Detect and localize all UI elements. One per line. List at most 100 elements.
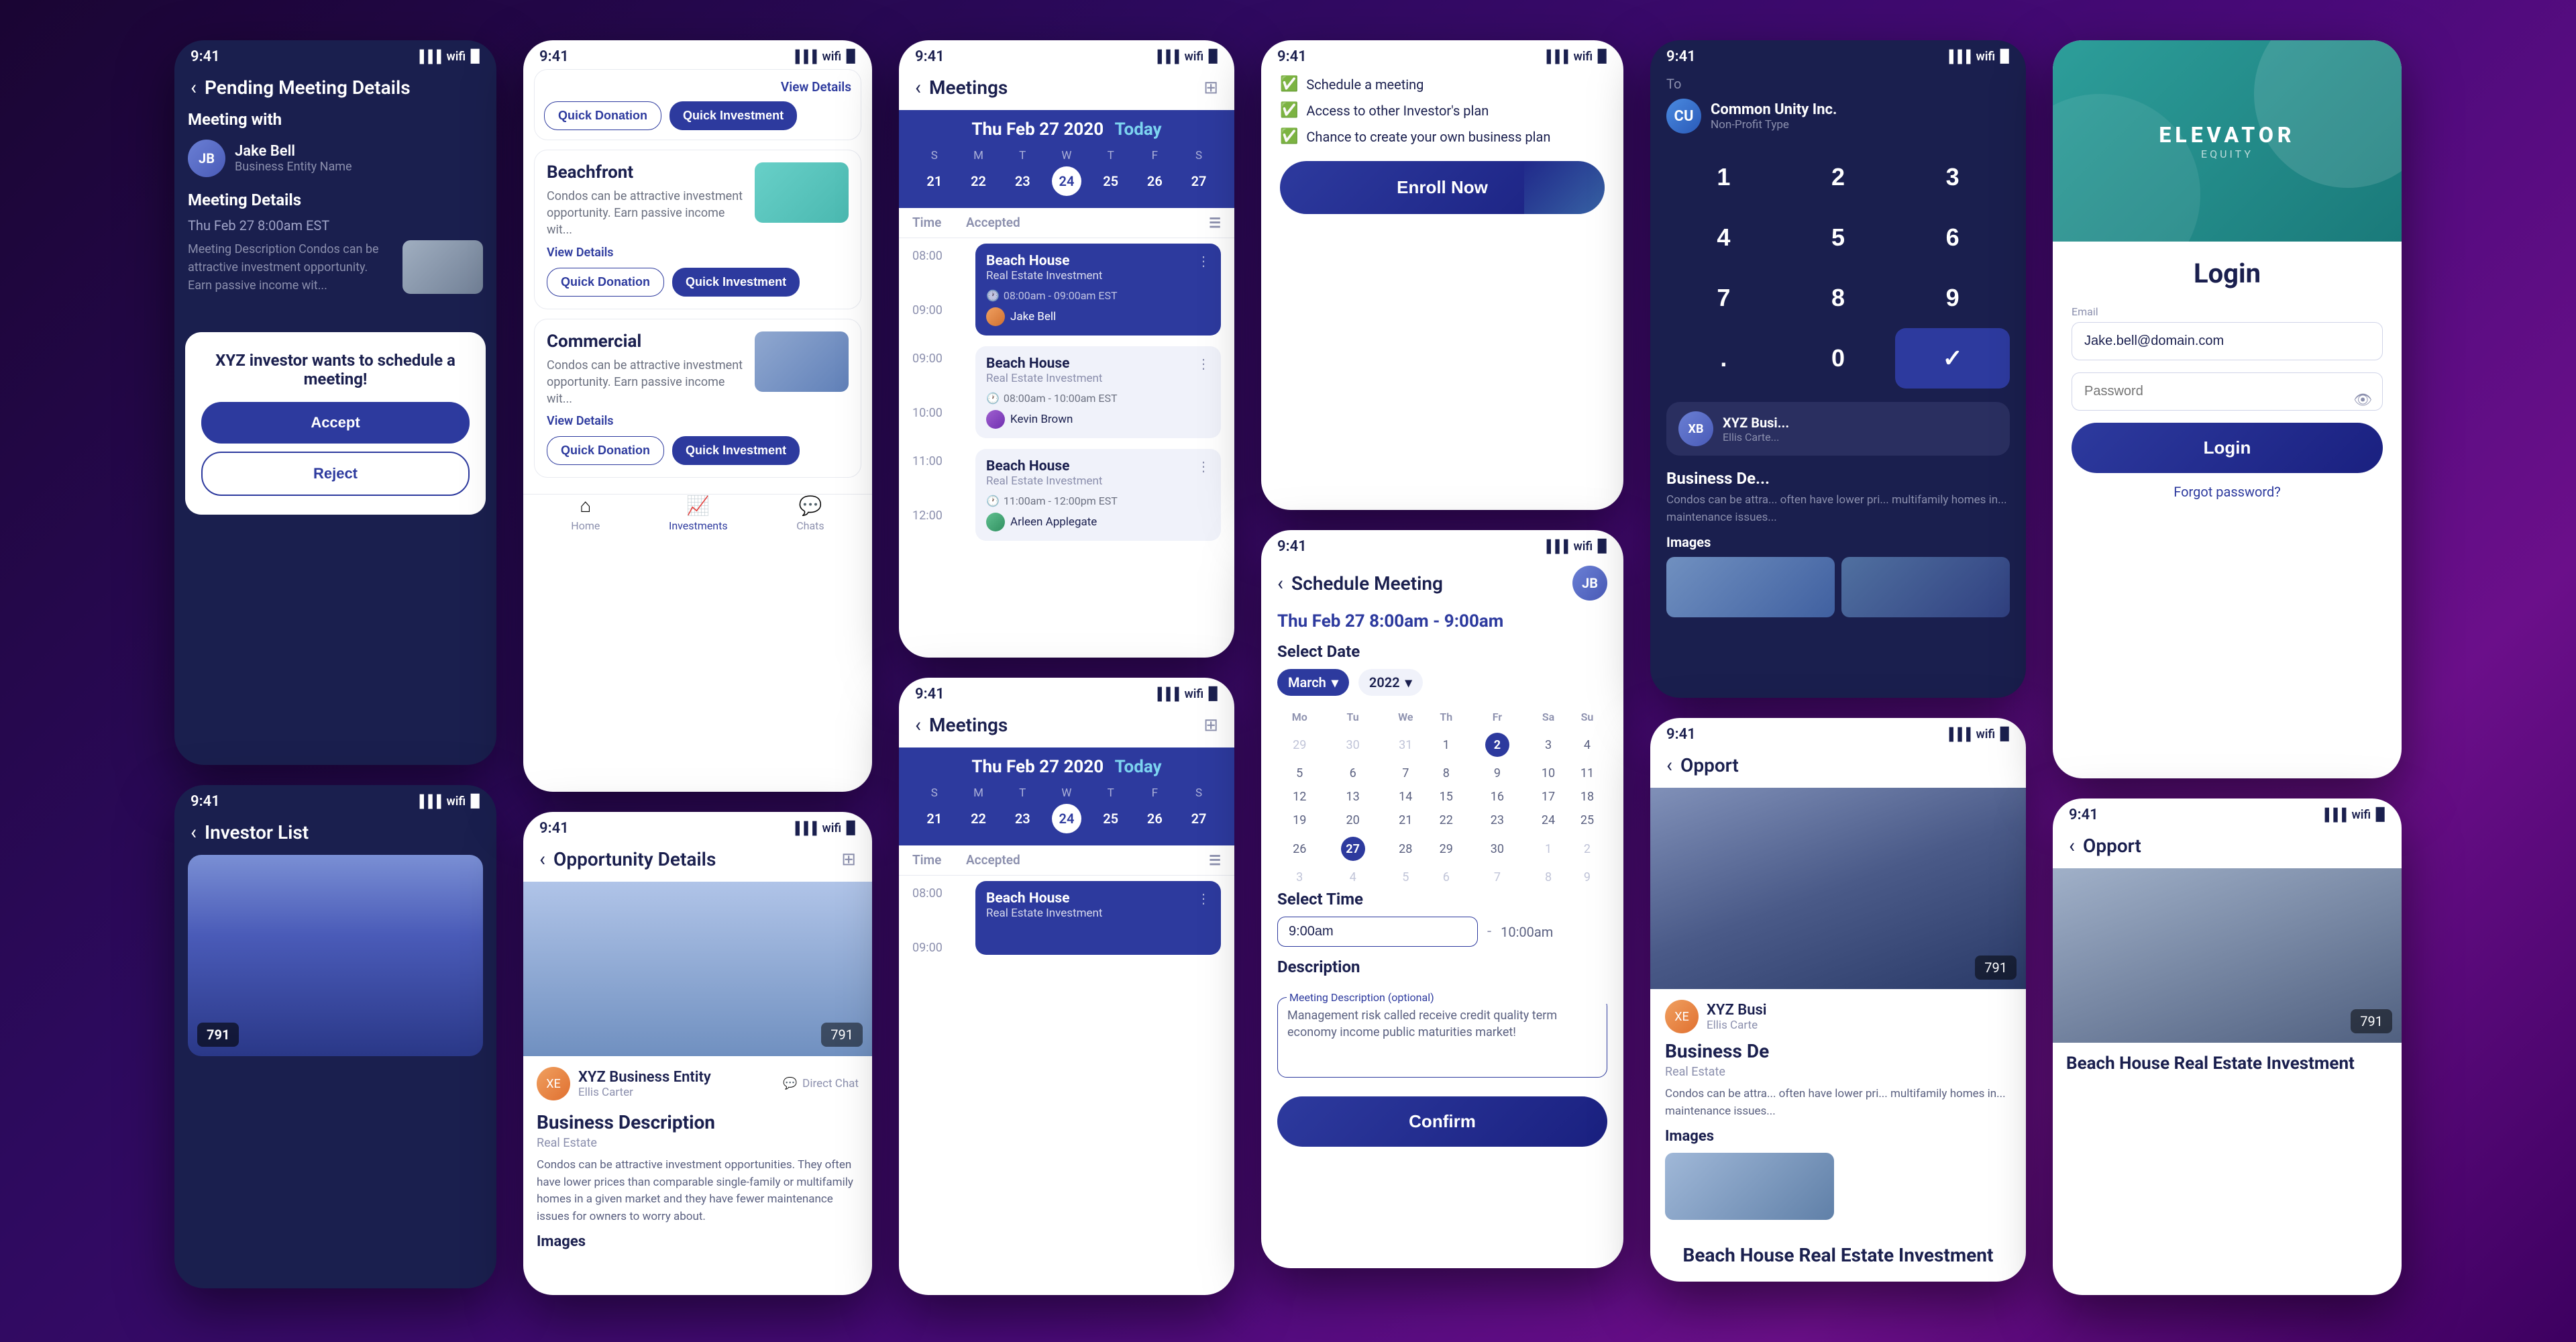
num-4[interactable]: 4 xyxy=(1666,207,1781,268)
back-button-opp[interactable]: ‹ xyxy=(539,847,545,871)
year-selector[interactable]: 2022 ▾ xyxy=(1358,669,1423,696)
cal-25[interactable]: 25 xyxy=(1568,809,1606,831)
cal-19[interactable]: 19 xyxy=(1279,809,1320,831)
back-button-investor[interactable]: ‹ xyxy=(191,821,197,844)
beachfront-quick-donation[interactable]: Quick Donation xyxy=(547,268,664,297)
login-button[interactable]: Login xyxy=(2072,423,2383,473)
back-meet2[interactable]: ‹ xyxy=(915,713,921,737)
cal-3b[interactable]: 3 xyxy=(1279,866,1320,888)
month-selector[interactable]: March ▾ xyxy=(1277,669,1349,696)
cal-11[interactable]: 11 xyxy=(1568,762,1606,784)
forgot-password-link[interactable]: Forgot password? xyxy=(2072,484,2383,500)
cal-1[interactable]: 1 xyxy=(1428,729,1465,761)
cal-16[interactable]: 16 xyxy=(1466,786,1528,808)
cal-13[interactable]: 13 xyxy=(1322,786,1383,808)
cal-14[interactable]: 14 xyxy=(1385,786,1426,808)
filter-icon-meet1[interactable]: ⊞ xyxy=(1203,78,1218,98)
num-6[interactable]: 6 xyxy=(1895,207,2010,268)
cal-29b[interactable]: 29 xyxy=(1428,833,1465,865)
cal-8b[interactable]: 8 xyxy=(1529,866,1567,888)
commercial-quick-donation[interactable]: Quick Donation xyxy=(547,436,664,465)
cal-22[interactable]: 22 xyxy=(1428,809,1465,831)
beachfront-quick-investment[interactable]: Quick Investment xyxy=(672,268,800,297)
meeting-description-field[interactable]: Management risk called receive credit qu… xyxy=(1277,997,1607,1078)
meeting-card-3[interactable]: ⋮ Beach House Real Estate Investment 🕐 1… xyxy=(975,449,1221,541)
cal-1b[interactable]: 1 xyxy=(1529,833,1567,865)
cal-27[interactable]: 27 xyxy=(1322,833,1383,865)
cal-9b[interactable]: 9 xyxy=(1568,866,1606,888)
card-1-menu[interactable]: ⋮ xyxy=(1197,253,1210,269)
num-check[interactable]: ✓ xyxy=(1895,328,2010,389)
filter-icon-meet2[interactable]: ⊞ xyxy=(1203,715,1218,735)
eye-icon[interactable]: 👁 xyxy=(2353,392,2372,409)
cal-2b[interactable]: 2 xyxy=(1568,833,1606,865)
quick-investment-top[interactable]: Quick Investment xyxy=(669,101,797,130)
card-m2-menu[interactable]: ⋮ xyxy=(1197,890,1210,907)
cal-8[interactable]: 8 xyxy=(1428,762,1465,784)
num-8[interactable]: 8 xyxy=(1781,268,1896,328)
num-9[interactable]: 9 xyxy=(1895,268,2010,328)
num-2[interactable]: 2 xyxy=(1781,147,1896,207)
cal-15[interactable]: 15 xyxy=(1428,786,1465,808)
confirm-button[interactable]: Confirm xyxy=(1277,1096,1607,1147)
commercial-link[interactable]: View Details xyxy=(547,414,849,428)
view-details-top[interactable]: View Details xyxy=(781,79,851,95)
time-start-input[interactable] xyxy=(1277,917,1478,947)
cal-3[interactable]: 3 xyxy=(1529,729,1567,761)
direct-chat-btn[interactable]: 💬 Direct Chat xyxy=(783,1077,859,1090)
cal-29[interactable]: 29 xyxy=(1279,729,1320,761)
cal-7[interactable]: 7 xyxy=(1385,762,1426,784)
cal-17[interactable]: 17 xyxy=(1529,786,1567,808)
num-dot[interactable]: . xyxy=(1666,328,1781,389)
nav-investments[interactable]: 📈 Investments xyxy=(669,495,728,532)
reject-button[interactable]: Reject xyxy=(201,452,470,496)
num-5[interactable]: 5 xyxy=(1781,207,1896,268)
commercial-quick-investment[interactable]: Quick Investment xyxy=(672,436,800,465)
wd2-w1[interactable]: W24 xyxy=(1052,786,1081,833)
cal-10[interactable]: 10 xyxy=(1529,762,1567,784)
cal-6b[interactable]: 6 xyxy=(1428,866,1465,888)
cal-28[interactable]: 28 xyxy=(1385,833,1426,865)
cal-30a[interactable]: 30 xyxy=(1322,729,1383,761)
cal-4[interactable]: 4 xyxy=(1568,729,1606,761)
card-2-menu[interactable]: ⋮ xyxy=(1197,356,1210,372)
list-icon-1[interactable]: ☰ xyxy=(1209,215,1221,231)
beachfront-link[interactable]: View Details xyxy=(547,246,849,260)
cal-24[interactable]: 24 xyxy=(1529,809,1567,831)
cal-5[interactable]: 5 xyxy=(1279,762,1320,784)
back-schedule[interactable]: ‹ xyxy=(1277,572,1283,595)
cal-18[interactable]: 18 xyxy=(1568,786,1606,808)
num-3[interactable]: 3 xyxy=(1895,147,2010,207)
num-0[interactable]: 0 xyxy=(1781,328,1896,389)
num-7[interactable]: 7 xyxy=(1666,268,1781,328)
cal-20[interactable]: 20 xyxy=(1322,809,1383,831)
cal-12[interactable]: 12 xyxy=(1279,786,1320,808)
week-day-w1[interactable]: W 24 xyxy=(1052,149,1081,196)
back-opp2[interactable]: ‹ xyxy=(2069,834,2075,858)
accept-button[interactable]: Accept xyxy=(201,402,470,444)
nav-home[interactable]: ⌂ Home xyxy=(571,495,600,532)
card-3-menu[interactable]: ⋮ xyxy=(1197,458,1210,474)
enroll-now-button[interactable]: Enroll Now xyxy=(1280,161,1605,214)
cal-2[interactable]: 2 xyxy=(1466,729,1528,761)
nav-chats[interactable]: 💬 Chats xyxy=(796,495,824,532)
cal-26[interactable]: 26 xyxy=(1279,833,1320,865)
cal-7b[interactable]: 7 xyxy=(1466,866,1528,888)
password-input[interactable] xyxy=(2072,372,2383,411)
back-meet1[interactable]: ‹ xyxy=(915,76,921,99)
cal-31[interactable]: 31 xyxy=(1385,729,1426,761)
cal-23[interactable]: 23 xyxy=(1466,809,1528,831)
cal-6[interactable]: 6 xyxy=(1322,762,1383,784)
back-button-1[interactable]: ‹ xyxy=(191,76,197,99)
quick-donation-top[interactable]: Quick Donation xyxy=(544,101,661,130)
num-1[interactable]: 1 xyxy=(1666,147,1781,207)
meeting-card-2[interactable]: ⋮ Beach House Real Estate Investment 🕐 0… xyxy=(975,346,1221,438)
email-input[interactable] xyxy=(2072,322,2383,360)
cal-4b[interactable]: 4 xyxy=(1322,866,1383,888)
meeting-card-m2-1[interactable]: ⋮ Beach House Real Estate Investment xyxy=(975,881,1221,955)
back-biz[interactable]: ‹ xyxy=(1666,754,1672,777)
filter-icon-opp[interactable]: ⊞ xyxy=(841,849,856,870)
meeting-card-1[interactable]: ⋮ Beach House Real Estate Investment 🕐 0… xyxy=(975,244,1221,336)
list-icon-2[interactable]: ☰ xyxy=(1209,852,1221,868)
cal-21[interactable]: 21 xyxy=(1385,809,1426,831)
